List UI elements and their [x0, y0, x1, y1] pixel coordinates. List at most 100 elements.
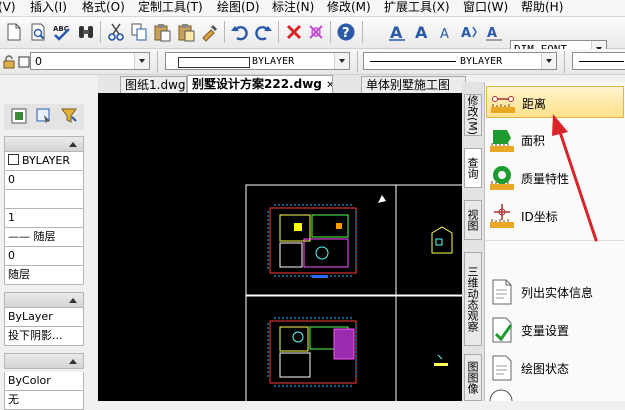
- tab-3d-orbit[interactable]: 三维动态观察: [464, 252, 482, 346]
- chevron-down-icon[interactable]: [541, 53, 556, 69]
- quick-select-icon[interactable]: [10, 107, 28, 125]
- properties-panel: BYLAYER 0 1 —— 随层 0 随层 ByLayer 投下阴影... B…: [0, 92, 88, 410]
- cmd-distance-label: 距离: [522, 97, 547, 111]
- cmd-setvar[interactable]: 变量设置: [486, 314, 624, 346]
- material-section-header[interactable]: [4, 292, 84, 308]
- north-arrow-icon: [378, 195, 386, 203]
- mass-properties-icon: [490, 166, 514, 190]
- floor-plan-lower: [267, 317, 357, 387]
- erase-icon[interactable]: [284, 22, 304, 42]
- id-point-icon: [490, 204, 514, 228]
- color-combo[interactable]: BYLAYER: [165, 52, 350, 70]
- menu-draw[interactable]: 绘图(D): [217, 0, 260, 16]
- prop-layer[interactable]: 0: [4, 171, 84, 190]
- palette-tabs: 修改(M) 查询 视图 三维动态观察 图图像: [462, 82, 485, 401]
- menu-insert[interactable]: 插入(I): [30, 0, 67, 16]
- menu-modify[interactable]: 修改(M): [327, 0, 371, 16]
- svg-text:?: ?: [342, 26, 350, 41]
- linetype-preview: [370, 61, 456, 62]
- menu-bar: (V) 插入(I) 格式(O) 定制工具(T) 绘图(D) 标注(N) 修改(M…: [0, 0, 625, 17]
- prop-thickness[interactable]: 0: [4, 247, 84, 266]
- find-icon[interactable]: [76, 22, 96, 42]
- svg-text:A: A: [487, 26, 497, 41]
- prop-plot-color[interactable]: ByColor: [4, 372, 84, 391]
- menu-extend-tools[interactable]: 扩展工具(X): [384, 0, 450, 16]
- select-objects-icon[interactable]: [35, 107, 53, 125]
- new-file-icon[interactable]: [4, 22, 24, 42]
- standard-toolbar: ABC ? A A A A A DIM_FONT: [0, 17, 625, 58]
- drawing-canvas[interactable]: [98, 93, 465, 407]
- chevron-down-icon[interactable]: [334, 53, 349, 69]
- area-icon: [490, 130, 514, 152]
- setvar-icon: [492, 317, 513, 343]
- paste-special-icon[interactable]: [176, 22, 196, 42]
- prop-linetype-scale[interactable]: 1: [4, 209, 84, 228]
- cmd-status-label: 绘图状态: [521, 362, 570, 376]
- linetype-combo[interactable]: BYLAYER: [363, 52, 557, 70]
- menu-custom-tools[interactable]: 定制工具(T): [138, 0, 203, 16]
- layer-lock-icon[interactable]: [2, 55, 16, 69]
- tab-modify[interactable]: 修改(M): [464, 94, 482, 136]
- document-tab-bar: 图纸1.dwg 别墅设计方案222.dwg ✕ 单体别墅施工图: [98, 75, 466, 94]
- close-icon[interactable]: ✕: [326, 80, 332, 91]
- text-scale-icon[interactable]: A: [484, 22, 504, 42]
- match-properties-icon[interactable]: [200, 22, 220, 42]
- menu-window[interactable]: 窗口(W): [463, 0, 508, 16]
- copy-icon[interactable]: [129, 22, 149, 42]
- tab-view[interactable]: 视图: [464, 200, 482, 240]
- menu-help[interactable]: 帮助(H): [521, 0, 563, 16]
- prop-linetype[interactable]: [4, 190, 84, 209]
- prop-plot-style[interactable]: 随层: [4, 266, 84, 285]
- tab-villa-design[interactable]: 别墅设计方案222.dwg ✕: [187, 75, 333, 94]
- spellcheck-icon[interactable]: ABC: [52, 22, 72, 42]
- prop-lineweight[interactable]: —— 随层: [4, 228, 84, 247]
- color-value: BYLAYER: [252, 56, 295, 67]
- cmd-list[interactable]: 列出实体信息: [486, 276, 624, 308]
- clock-icon: [489, 389, 513, 401]
- text-align-icon[interactable]: A: [459, 22, 479, 42]
- linetype-value: BYLAYER: [460, 56, 503, 67]
- properties-toolbar: 0 BYLAYER BYLAYER: [0, 49, 625, 75]
- list-icon: [492, 279, 512, 305]
- paste-icon[interactable]: [152, 22, 172, 42]
- plot-section-header[interactable]: [4, 353, 84, 369]
- prop-color[interactable]: BYLAYER: [4, 152, 84, 171]
- annotation-arrow: [552, 114, 598, 242]
- menu-format[interactable]: 格式(O): [82, 0, 125, 16]
- lineweight-combo[interactable]: [572, 52, 625, 70]
- prop-material[interactable]: ByLayer: [4, 308, 84, 327]
- multiline-text-icon[interactable]: A: [435, 22, 455, 42]
- undo-icon[interactable]: [230, 22, 250, 42]
- layer-value: 0: [35, 55, 42, 68]
- prop-shadow[interactable]: 投下阴影...: [4, 327, 84, 346]
- filter-icon[interactable]: [60, 107, 78, 125]
- text-icon[interactable]: A: [411, 22, 431, 42]
- layer-combo[interactable]: 0: [30, 52, 150, 70]
- tab-construction[interactable]: 单体别墅施工图: [361, 76, 466, 93]
- svg-text:A: A: [461, 26, 471, 41]
- prop-color-value: BYLAYER: [22, 154, 71, 167]
- print-preview-icon[interactable]: [28, 22, 48, 42]
- cmd-setvar-label: 变量设置: [521, 324, 570, 338]
- tab-villa-design-label: 别墅设计方案222.dwg: [192, 77, 322, 91]
- tab-more[interactable]: 图图像: [464, 354, 482, 401]
- general-section-header[interactable]: [4, 136, 84, 152]
- text-style-icon[interactable]: A: [387, 22, 407, 42]
- cmd-status[interactable]: 绘图状态: [486, 352, 624, 384]
- color-box-icon: [8, 154, 19, 165]
- color-swatch: [178, 57, 250, 68]
- next-command-partial[interactable]: [488, 388, 514, 401]
- svg-text:A: A: [390, 23, 403, 42]
- redo-icon[interactable]: [253, 22, 273, 42]
- select-filter-icon[interactable]: [306, 22, 326, 42]
- status-icon: [492, 355, 512, 381]
- floor-plans-drawing: [245, 184, 465, 407]
- help-icon[interactable]: ?: [336, 22, 356, 42]
- cut-icon[interactable]: [106, 22, 126, 42]
- menu-dimension[interactable]: 标注(N): [272, 0, 314, 16]
- menu-view[interactable]: (V): [0, 0, 16, 16]
- floor-plan-upper: [267, 204, 357, 278]
- tab-drawing1[interactable]: 图纸1.dwg: [120, 76, 187, 93]
- tab-query[interactable]: 查询: [464, 148, 482, 188]
- chevron-down-icon[interactable]: [134, 53, 149, 69]
